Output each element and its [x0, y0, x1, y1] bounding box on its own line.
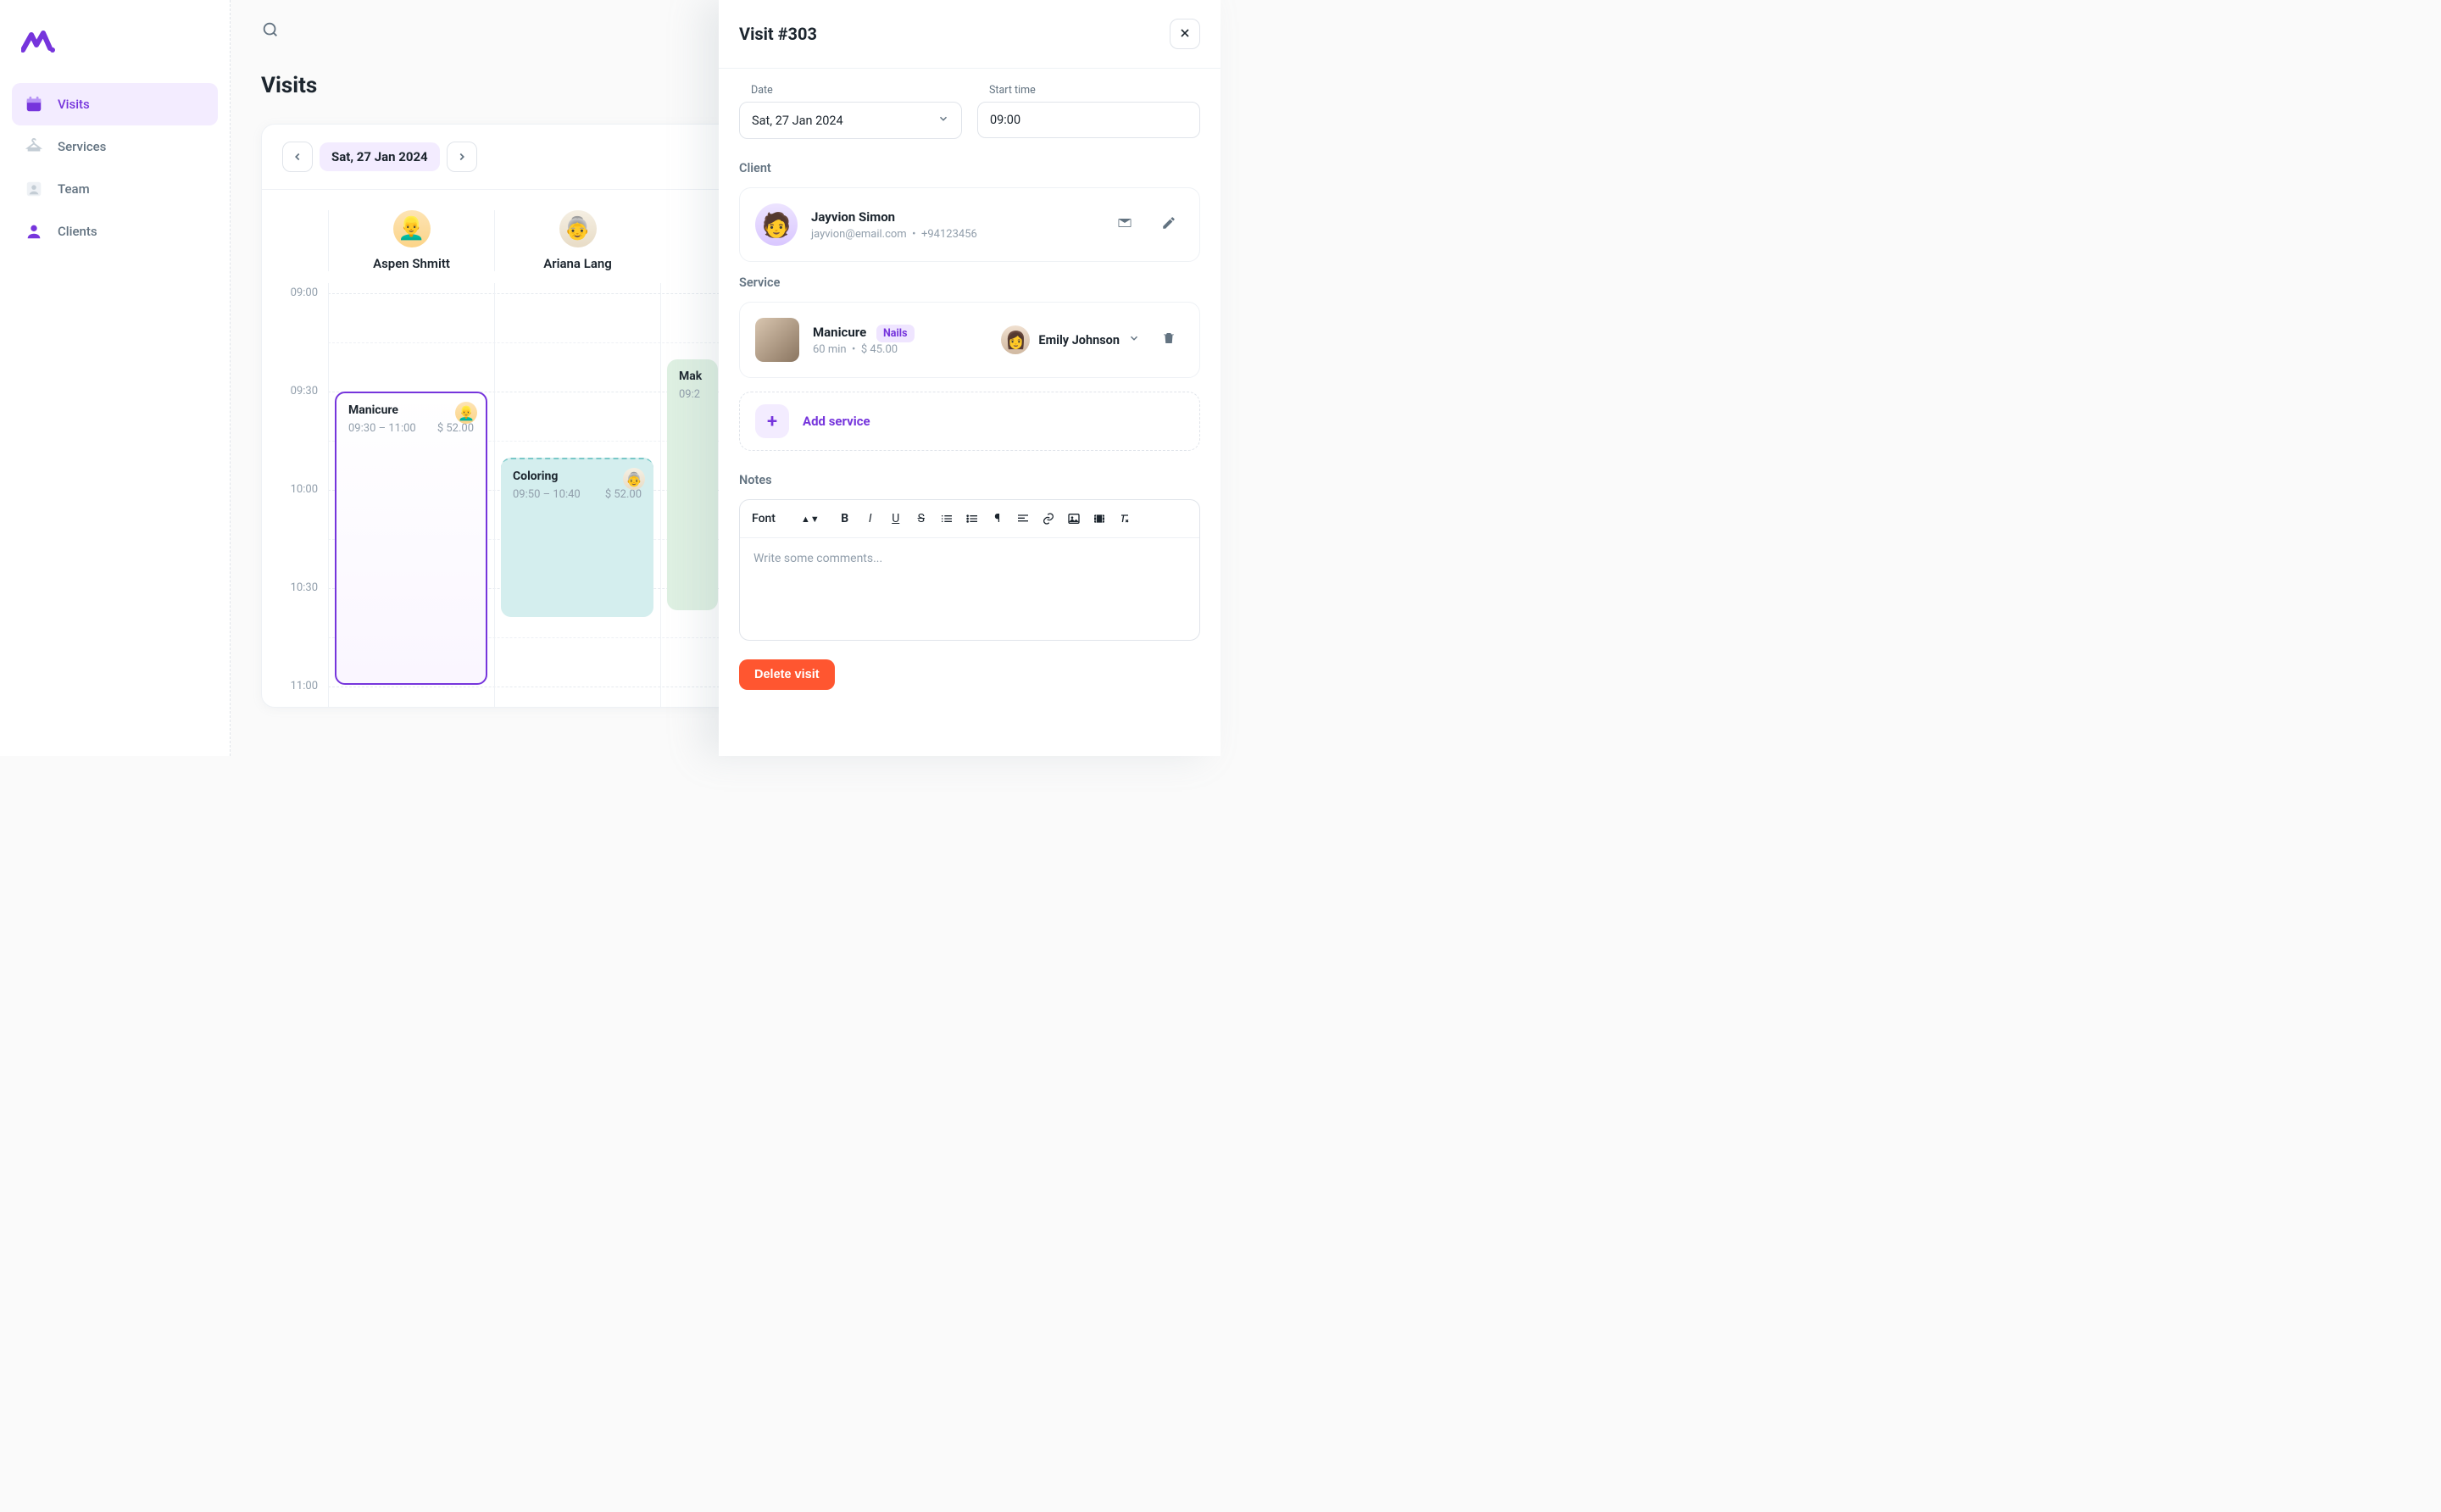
italic-button[interactable]: I — [859, 507, 882, 531]
client-phone: +94123456 — [921, 228, 977, 241]
clear-format-button[interactable] — [1113, 507, 1137, 531]
date-time-row: Date Sat, 27 Jan 2024 Start time 09:00 — [739, 84, 1200, 139]
add-service-label: Add service — [803, 414, 870, 429]
time-label: 09:00 — [262, 286, 328, 299]
logo — [19, 22, 58, 61]
event-time: 09:50 – 10:40 — [513, 488, 581, 501]
calendar-icon — [24, 94, 44, 114]
client-name: Jayvion Simon — [811, 209, 1096, 225]
plus-icon: + — [755, 404, 789, 438]
avatar: 👱‍♂️ — [393, 210, 431, 247]
service-duration: 60 min — [813, 343, 847, 356]
close-icon — [1178, 26, 1192, 42]
delete-service-button[interactable] — [1154, 325, 1184, 355]
prev-day-button[interactable] — [282, 142, 313, 172]
underline-button[interactable]: U — [884, 507, 908, 531]
event-time: 09:2 — [679, 388, 700, 401]
calendar-event-coloring[interactable]: Coloring 09:50 – 10:40 $ 52.00 👵 — [501, 458, 653, 617]
date-label: Date — [739, 84, 962, 97]
avatar: 👱‍♂️ — [455, 402, 477, 424]
time-label: 10:00 — [262, 483, 328, 496]
ordered-list-button[interactable] — [935, 507, 959, 531]
delete-visit-button[interactable]: Delete visit — [739, 659, 835, 690]
font-select[interactable]: Font ▲▼ — [750, 512, 825, 525]
strike-button[interactable]: S — [909, 507, 933, 531]
staff-column: 👱‍♂️ Aspen Shmitt — [328, 210, 494, 271]
service-price: $ 45.00 — [861, 343, 898, 356]
sort-icon: ▲▼ — [801, 514, 820, 525]
chevron-down-icon — [937, 113, 949, 128]
start-time-input[interactable]: 09:00 — [977, 102, 1200, 138]
service-card: Manicure Nails 60 min • $ 45.00 👩 Emily … — [739, 302, 1200, 378]
staff-name: Ariana Lang — [543, 256, 612, 271]
sidebar-item-visits[interactable]: Visits — [12, 83, 218, 125]
time-label: 11:00 — [262, 680, 328, 692]
add-service-button[interactable]: + Add service — [739, 392, 1200, 451]
service-section-label: Service — [739, 275, 1200, 290]
client-card: 🧑 Jayvion Simon jayvion@email.com • +941… — [739, 187, 1200, 262]
assignee-name: Emily Johnson — [1038, 333, 1120, 347]
close-button[interactable] — [1170, 19, 1200, 49]
editor-toolbar: Font ▲▼ B I U S ¶ — [740, 500, 1199, 538]
client-email: jayvion@email.com — [811, 228, 907, 241]
user-square-icon — [24, 179, 44, 199]
next-day-button[interactable] — [447, 142, 477, 172]
unordered-list-button[interactable] — [960, 507, 984, 531]
start-time-label: Start time — [977, 84, 1200, 97]
image-button[interactable] — [1062, 507, 1086, 531]
staff-column: 👵 Ariana Lang — [494, 210, 660, 271]
service-image — [755, 318, 799, 362]
bold-button[interactable]: B — [833, 507, 857, 531]
avatar: 👩 — [1001, 325, 1030, 354]
event-title: Mak — [679, 370, 706, 383]
notes-textarea[interactable]: Write some comments... — [740, 538, 1199, 640]
event-price: $ 52.00 — [605, 488, 642, 501]
current-date[interactable]: Sat, 27 Jan 2024 — [320, 142, 440, 171]
chevron-down-icon — [1128, 332, 1140, 347]
time-label: 09:30 — [262, 385, 328, 397]
sidebar-item-label: Clients — [58, 224, 97, 239]
service-tag: Nails — [876, 325, 915, 342]
align-button[interactable] — [1011, 507, 1035, 531]
staff-name: Aspen Shmitt — [373, 256, 450, 271]
sidebar-item-team[interactable]: Team — [12, 168, 218, 210]
envelope-icon — [1116, 214, 1133, 235]
sidebar-item-label: Team — [58, 181, 90, 197]
notes-editor: Font ▲▼ B I U S ¶ Write some comments... — [739, 499, 1200, 641]
search-icon — [261, 26, 280, 42]
sidebar: Visits Services Team Clients — [0, 0, 231, 756]
sidebar-item-services[interactable]: Services — [12, 125, 218, 168]
sidebar-item-clients[interactable]: Clients — [12, 210, 218, 253]
event-time: 09:30 – 11:00 — [348, 422, 416, 435]
person-icon — [24, 221, 44, 242]
start-time-value: 09:00 — [990, 113, 1020, 127]
hanger-icon — [24, 136, 44, 157]
sidebar-item-label: Services — [58, 139, 106, 154]
visit-drawer: Visit #303 Date Sat, 27 Jan 2024 Start t… — [719, 0, 1220, 756]
avatar: 👵 — [559, 210, 597, 247]
time-label: 10:30 — [262, 581, 328, 594]
sidebar-item-label: Visits — [58, 97, 90, 112]
service-name: Manicure — [813, 325, 866, 340]
date-select[interactable]: Sat, 27 Jan 2024 — [739, 102, 962, 139]
paragraph-button[interactable]: ¶ — [986, 507, 1009, 531]
date-value: Sat, 27 Jan 2024 — [752, 114, 843, 128]
link-button[interactable] — [1037, 507, 1060, 531]
avatar: 👵 — [623, 468, 645, 490]
notes-section-label: Notes — [739, 473, 1200, 487]
avatar: 🧑 — [755, 203, 798, 246]
email-button[interactable] — [1109, 209, 1140, 240]
trash-icon — [1161, 331, 1176, 349]
drawer-header: Visit #303 — [719, 0, 1220, 69]
drawer-title: Visit #303 — [739, 24, 817, 44]
assignee-select[interactable]: 👩 Emily Johnson — [1001, 325, 1140, 354]
video-button[interactable] — [1087, 507, 1111, 531]
calendar-event-manicure[interactable]: Manicure 09:30 – 11:00 $ 52.00 👱‍♂️ — [335, 392, 487, 685]
event-price: $ 52.00 — [437, 422, 474, 435]
client-section-label: Client — [739, 161, 1200, 175]
pencil-icon — [1161, 215, 1176, 234]
calendar-event-makeup[interactable]: Mak 09:2 — [667, 359, 718, 610]
edit-button[interactable] — [1154, 209, 1184, 240]
